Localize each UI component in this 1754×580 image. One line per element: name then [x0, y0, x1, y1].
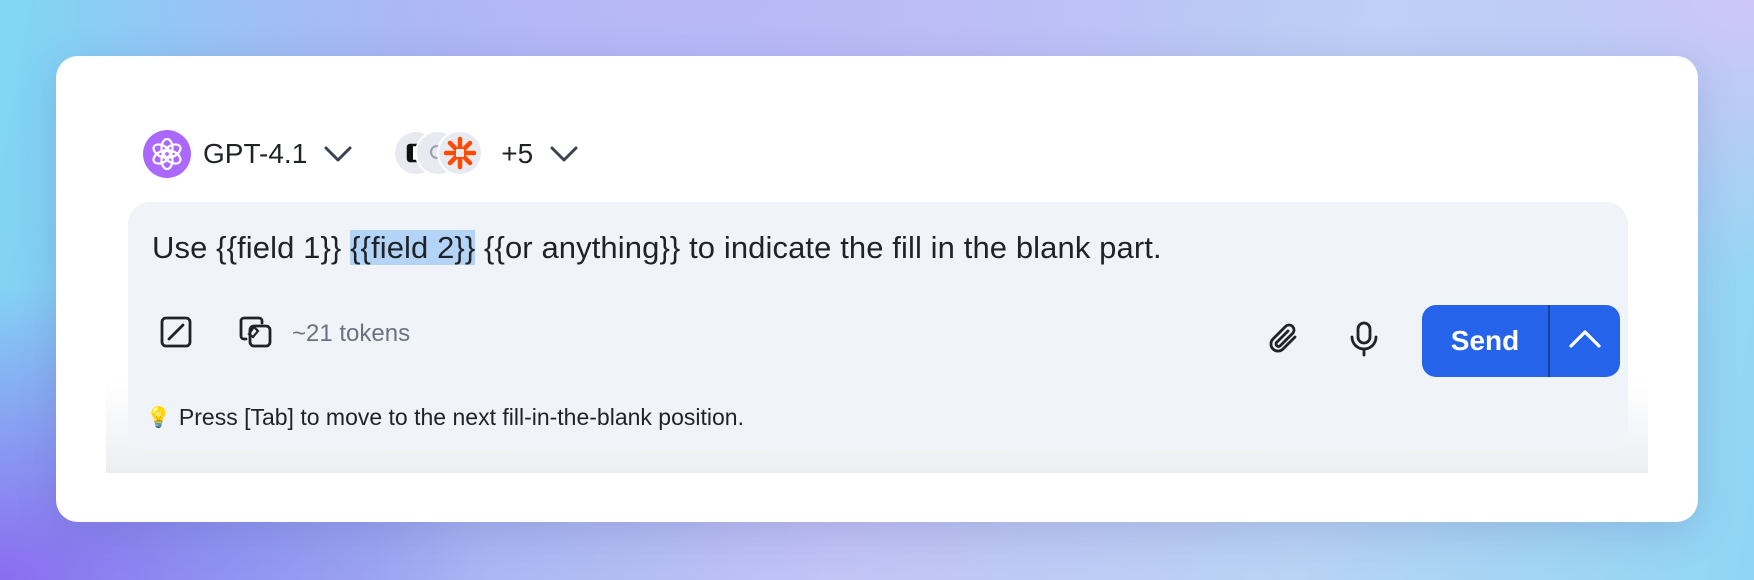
- openai-logo-icon: [143, 130, 191, 178]
- selector-bar: GPT-4.1 +5: [143, 129, 579, 179]
- chevron-down-icon: [549, 145, 579, 163]
- lightbulb-icon: 💡: [146, 407, 171, 429]
- token-count: ~21 tokens: [292, 320, 411, 347]
- prompt-text-after: {{or anything}} to indicate the fill in …: [475, 230, 1162, 265]
- hint: 💡 Press [Tab] to move to the next fill-i…: [146, 404, 744, 431]
- edit-square-icon: [158, 314, 194, 355]
- copy-button[interactable]: [230, 308, 282, 360]
- chevron-down-icon: [323, 145, 353, 163]
- tools-selector[interactable]: +5: [393, 128, 579, 180]
- zapier-icon: [437, 130, 484, 176]
- model-name: GPT-4.1: [203, 138, 308, 169]
- composer-toolbar-right: Send: [1258, 305, 1620, 377]
- send-button[interactable]: Send: [1422, 305, 1548, 377]
- composer: Use {{field 1}} {{field 2}} {{or anythin…: [128, 202, 1628, 450]
- model-selector[interactable]: GPT-4.1: [143, 130, 353, 178]
- microphone-icon: [1345, 320, 1383, 363]
- prompt-input[interactable]: Use {{field 1}} {{field 2}} {{or anythin…: [152, 230, 1162, 266]
- send-options-button[interactable]: [1550, 305, 1620, 377]
- edit-button[interactable]: [150, 308, 202, 360]
- copy-icon: [237, 313, 275, 356]
- tools-extra-count: +5: [501, 138, 534, 169]
- attach-button[interactable]: [1258, 315, 1310, 367]
- paperclip-icon: [1265, 320, 1303, 363]
- voice-button[interactable]: [1338, 315, 1390, 367]
- tool-avatars: [393, 128, 489, 180]
- prompt-selected-field: {{field 2}}: [350, 230, 476, 265]
- composer-toolbar-left: ~21 tokens: [150, 302, 410, 366]
- hint-text: Press [Tab] to move to the next fill-in-…: [178, 404, 744, 430]
- send-button-group: Send: [1422, 305, 1620, 377]
- prompt-text-before: Use {{field 1}}: [152, 230, 351, 265]
- chevron-up-icon: [1568, 329, 1602, 354]
